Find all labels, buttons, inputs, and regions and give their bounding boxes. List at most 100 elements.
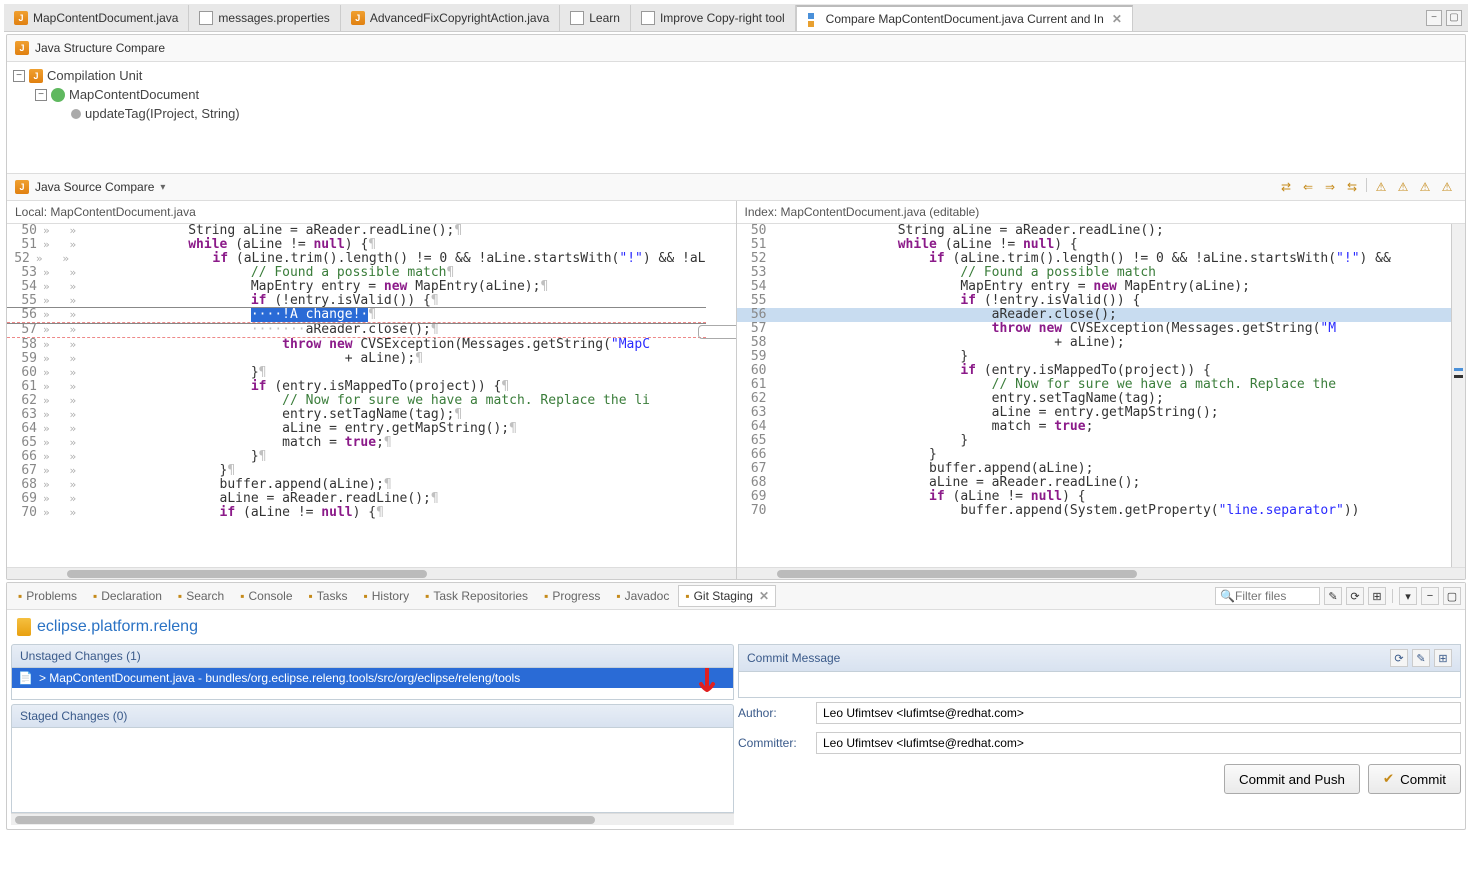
dropdown-icon[interactable]: ▾	[160, 182, 165, 193]
staging-tool-button[interactable]: ⟳	[1346, 587, 1364, 605]
filter-files-input[interactable]: 🔍	[1215, 587, 1320, 605]
tab-label: AdvancedFixCopyrightAction.java	[370, 11, 549, 25]
signoff-button[interactable]: ✎	[1412, 649, 1430, 667]
view-icon: ▪	[363, 589, 367, 603]
view-icon: ▪	[18, 589, 22, 603]
view-icon: ▪	[544, 589, 548, 603]
overview-ruler[interactable]	[1451, 224, 1465, 567]
left-code[interactable]: 50» » String aLine = aReader.readLine();…	[7, 224, 706, 567]
right-code[interactable]: 50 String aLine = aReader.readLine();51 …	[737, 224, 1452, 567]
view-icon: ▪	[178, 589, 182, 603]
tab-label: Learn	[589, 11, 620, 25]
view-icon: ▪	[685, 589, 689, 603]
view-tab-progress[interactable]: ▪Progress	[537, 585, 607, 607]
method-icon	[71, 109, 81, 119]
view-icon: ▪	[93, 589, 97, 603]
view-icon: ▪	[309, 589, 313, 603]
left-pane: Local: MapContentDocument.java 50» » Str…	[7, 201, 737, 579]
copy-right-button[interactable]: ⇒	[1320, 178, 1340, 196]
structure-tree[interactable]: − Compilation Unit − MapContentDocument …	[7, 62, 1465, 174]
staged-hscroll[interactable]	[11, 813, 734, 825]
editor-tab[interactable]: Learn	[560, 5, 631, 31]
view-tab-declaration[interactable]: ▪Declaration	[86, 585, 169, 607]
editor-tabbar: MapContentDocument.java messages.properti…	[4, 4, 1468, 32]
right-pane: Index: MapContentDocument.java (editable…	[737, 201, 1466, 579]
commit-message-input[interactable]	[738, 672, 1461, 698]
next-change-button[interactable]: ⚠	[1415, 178, 1435, 196]
view-tab-tasks[interactable]: ▪Tasks	[302, 585, 355, 607]
editor-tab[interactable]: Compare MapContentDocument.java Current …	[796, 5, 1133, 31]
close-icon[interactable]: ✕	[1112, 12, 1122, 26]
commit-and-push-button[interactable]: Commit and Push	[1224, 764, 1360, 794]
close-icon[interactable]: ✕	[759, 589, 769, 603]
staging-tool-button[interactable]: ⊞	[1368, 587, 1386, 605]
committer-input[interactable]	[816, 732, 1461, 754]
copy-left-button[interactable]: ⇐	[1298, 178, 1318, 196]
unstaged-header: Unstaged Changes (1)	[11, 644, 734, 668]
view-menu-button[interactable]: ▾	[1399, 587, 1417, 605]
view-icon: ▪	[616, 589, 620, 603]
editor-tab[interactable]: MapContentDocument.java	[4, 5, 189, 31]
txt-icon	[570, 11, 584, 25]
minimize-view-button[interactable]: −	[1421, 587, 1439, 605]
amend-button[interactable]: ⟳	[1390, 649, 1408, 667]
tree-collapse-icon[interactable]: −	[13, 70, 25, 82]
view-tab-history[interactable]: ▪History	[356, 585, 416, 607]
next-diff-button[interactable]: ⚠	[1371, 178, 1391, 196]
right-pane-title: Index: MapContentDocument.java (editable…	[737, 201, 1466, 224]
tree-root-label[interactable]: Compilation Unit	[47, 68, 142, 83]
bottom-panel: ▪Problems▪Declaration▪Search▪Console▪Tas…	[6, 582, 1466, 830]
views-tabbar: ▪Problems▪Declaration▪Search▪Console▪Tas…	[7, 583, 1465, 610]
structure-compare-title: Java Structure Compare	[35, 41, 165, 55]
view-tab-git-staging[interactable]: ▪Git Staging✕	[678, 585, 776, 607]
left-pane-title: Local: MapContentDocument.java	[7, 201, 736, 224]
editor-tab[interactable]: Improve Copy-right tool	[631, 5, 796, 31]
compare-editor: Java Structure Compare − Compilation Uni…	[6, 34, 1466, 580]
copy-all-left-button[interactable]: ⇄	[1276, 178, 1296, 196]
views-toolbar: 🔍 ✎⟳⊞ ▾−▢	[1215, 587, 1461, 605]
view-tab-task-repositories[interactable]: ▪Task Repositories	[418, 585, 535, 607]
changeid-button[interactable]: ⊞	[1434, 649, 1452, 667]
java-icon	[351, 11, 365, 25]
link-gutter	[706, 224, 736, 567]
tree-class-label[interactable]: MapContentDocument	[69, 87, 199, 102]
right-hscroll[interactable]	[737, 567, 1466, 579]
tab-label: Improve Copy-right tool	[660, 11, 785, 25]
search-icon: 🔍	[1220, 589, 1235, 603]
staging-tool-button[interactable]: ✎	[1324, 587, 1342, 605]
tab-label: messages.properties	[218, 11, 329, 25]
commit-button[interactable]: ✔Commit	[1368, 764, 1461, 794]
unstaged-file-row[interactable]: 📄 > MapContentDocument.java - bundles/or…	[12, 668, 733, 688]
minimize-button[interactable]: −	[1426, 10, 1442, 26]
tree-collapse-icon[interactable]: −	[35, 89, 47, 101]
tree-method-label[interactable]: updateTag(IProject, String)	[85, 106, 240, 121]
view-icon: ▪	[425, 589, 429, 603]
compare-toolbar: ⇄ ⇐ ⇒ ⇆ ⚠ ⚠ ⚠ ⚠	[1276, 178, 1457, 196]
editor-tab[interactable]: AdvancedFixCopyrightAction.java	[341, 5, 560, 31]
source-compare-header: Java Source Compare ▾ ⇄ ⇐ ⇒ ⇆ ⚠ ⚠ ⚠ ⚠	[7, 174, 1465, 201]
maximize-button[interactable]: ▢	[1446, 10, 1462, 26]
editor-tab[interactable]: messages.properties	[189, 5, 340, 31]
structure-compare-header: Java Structure Compare	[7, 35, 1465, 62]
editor-window-controls: −▢	[1420, 10, 1468, 26]
txt-icon	[641, 11, 655, 25]
view-tab-problems[interactable]: ▪Problems	[11, 585, 84, 607]
view-tab-search[interactable]: ▪Search	[171, 585, 231, 607]
view-tab-console[interactable]: ▪Console	[233, 585, 299, 607]
java-icon	[15, 180, 29, 194]
author-label: Author:	[738, 706, 810, 720]
compare-icon	[807, 12, 821, 26]
prev-change-button[interactable]: ⚠	[1437, 178, 1457, 196]
git-staging: Unstaged Changes (1) 📄 > MapContentDocum…	[7, 644, 1465, 829]
repo-name: eclipse.platform.releng	[7, 610, 1465, 644]
java-icon	[15, 41, 29, 55]
maximize-view-button[interactable]: ▢	[1443, 587, 1461, 605]
java-icon	[14, 11, 28, 25]
author-input[interactable]	[816, 702, 1461, 724]
prev-diff-button[interactable]: ⚠	[1393, 178, 1413, 196]
left-hscroll[interactable]	[7, 567, 736, 579]
prop-icon	[199, 11, 213, 25]
tab-label: MapContentDocument.java	[33, 11, 178, 25]
copy-all-right-button[interactable]: ⇆	[1342, 178, 1362, 196]
view-tab-javadoc[interactable]: ▪Javadoc	[609, 585, 676, 607]
